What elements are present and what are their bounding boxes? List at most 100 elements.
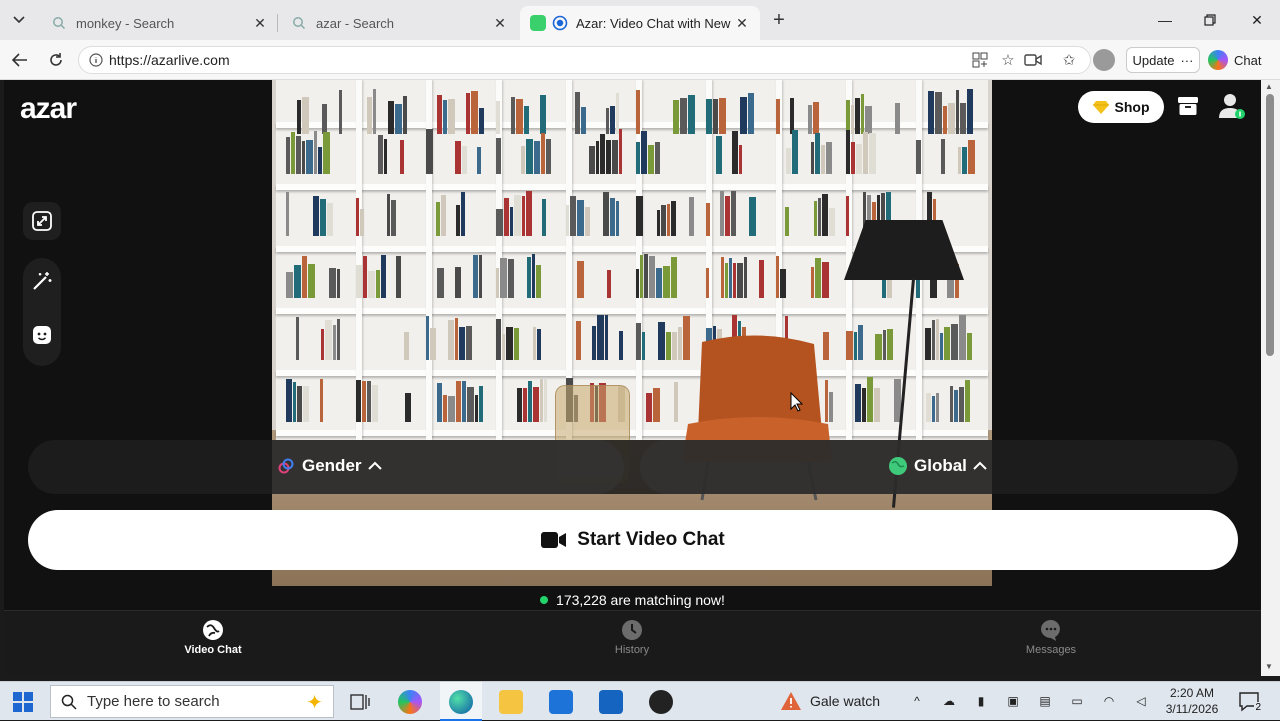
profile-icon[interactable]: [1218, 92, 1246, 122]
book: [759, 260, 764, 298]
site-info-icon[interactable]: [89, 53, 103, 67]
book: [597, 315, 604, 360]
start-video-chat-button[interactable]: Start Video Chat: [28, 510, 1238, 570]
book: [404, 332, 409, 360]
book: [748, 93, 754, 134]
restore-icon[interactable]: [1198, 8, 1222, 32]
edge-browser-icon[interactable]: [449, 690, 473, 714]
outlook-icon[interactable]: [599, 690, 623, 714]
book: [384, 139, 387, 174]
nav-messages[interactable]: Messages: [1011, 619, 1091, 656]
scroll-up-arrow-icon[interactable]: ▲: [1265, 82, 1273, 91]
back-arrow-icon[interactable]: [8, 48, 32, 72]
copilot-app-icon[interactable]: [398, 690, 422, 714]
book: [721, 257, 724, 298]
taskbar-clock[interactable]: 2:20 AM 3/11/2026: [1160, 685, 1224, 717]
tab-azar-video-chat[interactable]: Azar: Video Chat with New Pe ✕: [520, 6, 760, 40]
update-button[interactable]: Update ···: [1126, 47, 1200, 73]
book: [313, 196, 319, 236]
inventory-box-icon[interactable]: [1176, 94, 1200, 118]
tab-separator: [277, 14, 278, 32]
url-input[interactable]: https://azarlive.com: [78, 46, 1091, 74]
screen-recorder-icon[interactable]: [649, 690, 673, 714]
battery-icon[interactable]: ▭: [1068, 692, 1086, 710]
favorites-list-icon[interactable]: ✩: [1057, 48, 1081, 72]
window-close-icon[interactable]: ✕: [1245, 8, 1269, 32]
new-tab-plus-icon[interactable]: +: [768, 8, 790, 32]
shop-button[interactable]: Shop: [1078, 91, 1164, 123]
shop-label: Shop: [1114, 99, 1150, 115]
address-bar-row: https://azarlive.com ☆ ✩ Update ··· Chat: [0, 40, 1280, 80]
book: [329, 268, 336, 298]
onedrive-icon[interactable]: ☁: [940, 692, 958, 710]
apps-grid-icon[interactable]: [968, 48, 992, 72]
book: [437, 383, 442, 422]
book: [542, 199, 546, 236]
page-scrollbar[interactable]: ▲ ▼: [1261, 80, 1280, 676]
nav-history[interactable]: History: [592, 619, 672, 656]
camera-in-use-icon[interactable]: [1021, 48, 1045, 72]
nav-video-chat[interactable]: Video Chat: [173, 619, 253, 656]
book: [960, 103, 966, 134]
gender-icon: [278, 458, 294, 474]
book: [636, 142, 640, 174]
book: [706, 99, 712, 134]
copilot-chat-button[interactable]: Chat: [1208, 47, 1274, 73]
magic-wand-icon[interactable]: [31, 270, 53, 297]
scroll-thumb[interactable]: [1266, 94, 1274, 356]
book: [606, 140, 611, 174]
taskbar-search-input[interactable]: Type here to search ✦: [50, 685, 334, 718]
scroll-down-arrow-icon[interactable]: ▼: [1265, 662, 1273, 671]
book: [829, 208, 835, 236]
tab-azar-search[interactable]: azar - Search ✕: [282, 6, 518, 40]
volume-icon[interactable]: ◁: [1132, 692, 1150, 710]
minimize-icon[interactable]: —: [1153, 8, 1177, 32]
microsoft-store-icon[interactable]: [549, 690, 573, 714]
refresh-icon[interactable]: [44, 48, 68, 72]
book: [887, 329, 893, 360]
windows-start-icon[interactable]: [12, 691, 34, 713]
book: [656, 268, 662, 298]
book: [943, 106, 947, 134]
book: [962, 147, 967, 174]
gender-label: Gender: [302, 456, 362, 475]
close-icon[interactable]: ✕: [734, 15, 750, 32]
weather-widget[interactable]: Gale watch: [780, 691, 880, 711]
book: [448, 320, 454, 360]
show-hidden-icons-chevron-icon[interactable]: ^: [908, 692, 926, 710]
profile-avatar[interactable]: [1092, 48, 1116, 72]
usb-device-icon[interactable]: ▮: [972, 692, 990, 710]
close-icon[interactable]: ✕: [252, 15, 268, 32]
book: [577, 200, 584, 236]
close-icon[interactable]: ✕: [492, 15, 508, 32]
book: [321, 329, 324, 360]
book: [941, 139, 945, 174]
display-icon[interactable]: ▤: [1036, 692, 1054, 710]
book: [720, 191, 724, 236]
wifi-icon[interactable]: ◠: [1100, 692, 1118, 710]
face-filter-icon[interactable]: [31, 324, 53, 351]
book: [875, 334, 882, 360]
favorite-star-icon[interactable]: ☆: [996, 48, 1020, 72]
search-icon: [61, 694, 77, 710]
azar-logo[interactable]: azar: [20, 92, 77, 126]
tab-actions-chevron-icon[interactable]: [6, 8, 32, 32]
book: [323, 132, 330, 174]
task-view-icon[interactable]: [348, 690, 372, 714]
gender-filter-button[interactable]: Gender: [276, 456, 382, 476]
book: [308, 264, 315, 298]
notification-center-icon[interactable]: 2: [1238, 691, 1262, 713]
book: [644, 254, 648, 298]
tab-monkey-search[interactable]: monkey - Search ✕: [42, 6, 278, 40]
book: [744, 257, 747, 298]
file-explorer-icon[interactable]: [499, 690, 523, 714]
expand-button[interactable]: [23, 202, 61, 240]
meet-now-icon[interactable]: ▣: [1004, 692, 1022, 710]
book: [459, 327, 465, 360]
search-icon: [53, 17, 66, 30]
expand-icon: [32, 211, 52, 231]
book: [862, 388, 866, 422]
azar-favicon-icon: [530, 15, 546, 31]
windows-taskbar: Type here to search ✦ Gale watch ^ ☁ ▮ ▣…: [0, 681, 1280, 721]
region-filter-button[interactable]: Global: [888, 456, 987, 476]
